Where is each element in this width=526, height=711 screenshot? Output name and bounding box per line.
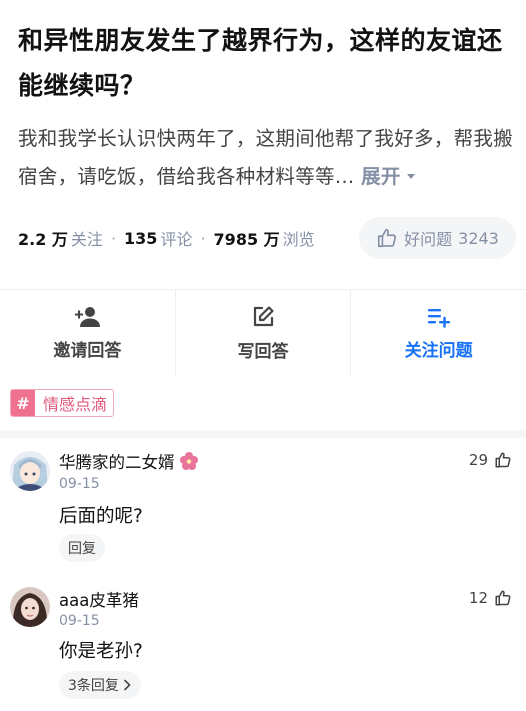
write-answer-label: 写回答 [237,341,289,362]
follow-list-icon [427,308,450,328]
topic-tag[interactable]: # 情感点滴 [10,389,115,417]
views-label: 浏览 [282,230,315,249]
chevron-down-icon [406,174,415,179]
thumbs-up-icon [378,228,397,248]
reply-label: 回复 [68,541,96,557]
edit-icon [253,305,274,326]
hashtag-icon: # [11,390,35,416]
question-stats: 2.2 万 关注 · 135 评论 · 7985 万 浏览 [18,222,315,254]
sakura-flower-icon [179,452,198,470]
good-question-count: 3243 [458,228,499,248]
follow-question-label: 关注问题 [404,340,473,361]
comment-item: aaa皮革猪 09-15 你是老孙? 3条回复 12 [0,578,526,711]
invite-answer-button[interactable]: 邀请回答 [0,290,175,376]
comment-text: 后面的呢? [59,506,143,527]
section-divider [0,430,526,438]
comment-author[interactable]: aaa皮革猪 [59,587,139,611]
question-excerpt[interactable]: 我和我学长认识快两年了，这期间他帮了我好多，帮我搬宿舍，请吃饭，借给我各种材料等… [18,120,518,196]
comment-date: 09-15 [59,613,100,629]
avatar[interactable] [10,451,50,491]
followers-count: 2.2 万 [18,230,68,249]
topic-label: 情感点滴 [43,395,108,414]
separator-dot: · [110,228,117,248]
write-answer-button[interactable]: 写回答 [174,290,351,376]
invite-user-icon [75,306,101,327]
comment-date: 09-15 [59,476,100,492]
expand-label: 展开 [361,165,401,188]
expand-button[interactable]: 展开 [361,165,415,188]
question-action-bar: 邀请回答 写回答 关注问题 [0,290,526,376]
replies-button[interactable]: 3条回复 [59,671,141,699]
excerpt-text: 我和我学长认识快两年了，这期间他帮了我好多，帮我搬宿舍，请吃饭，借给我各种材料等… [18,127,514,188]
followers-label: 关注 [70,230,103,249]
comments-count[interactable]: 135 [124,229,157,248]
like-button[interactable]: 29 [469,451,512,469]
good-question-button[interactable]: 好问题 3243 [359,217,516,259]
separator-dot: · [200,228,206,248]
good-question-label: 好问题 [404,230,453,249]
thumbs-up-icon [495,452,511,468]
like-button[interactable]: 12 [469,589,512,607]
views-count: 7985 万 [213,230,280,249]
reply-button[interactable]: 回复 [59,534,105,562]
comment-author[interactable]: 华腾家的二女婿 [59,449,199,473]
question-title: 和异性朋友发生了越界行为，这样的友谊还能继续吗？ [18,26,503,100]
invite-answer-label: 邀请回答 [53,340,122,361]
chevron-right-icon [124,679,131,691]
comments-label[interactable]: 评论 [160,226,192,250]
like-count: 29 [468,451,488,469]
replies-label: 3条回复 [68,678,119,694]
thumbs-up-icon [495,590,511,606]
comment-text: 你是老孙? [59,641,143,662]
comment-author-name: 华腾家的二女婿 [59,453,175,472]
follow-question-button[interactable]: 关注问题 [350,290,526,376]
comment-item: 华腾家的二女婿 09-15 后面的呢? 回复 29 [0,438,526,578]
avatar[interactable] [10,587,50,627]
like-count: 12 [468,589,488,607]
comment-author-name: aaa皮革猪 [59,591,139,610]
